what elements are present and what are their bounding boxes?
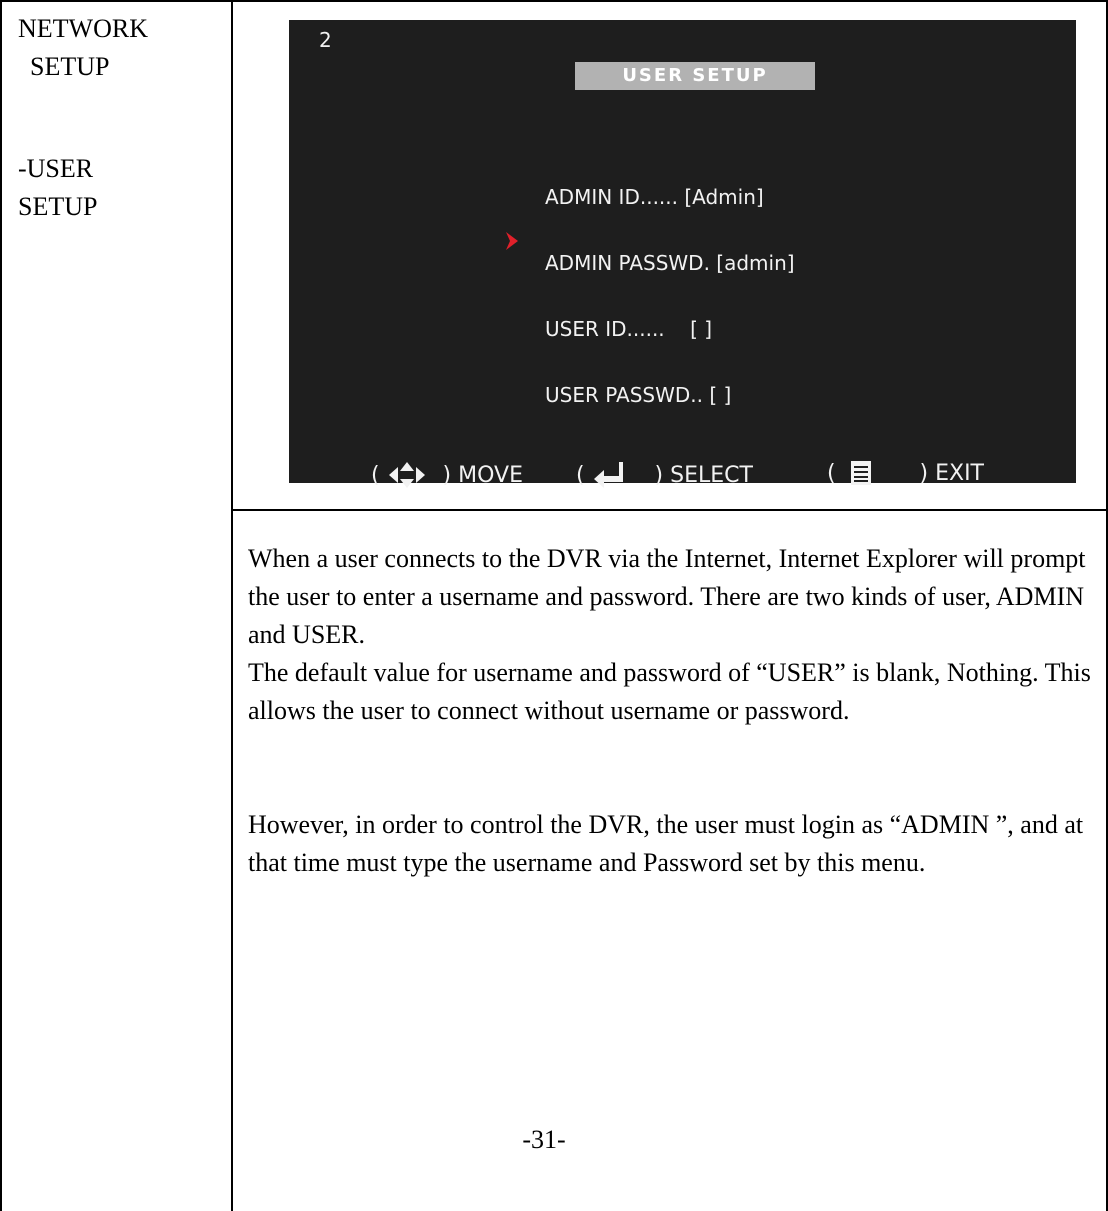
- description-paragraph: The default value for username and passw…: [248, 658, 1091, 725]
- select-hint: ( ) SELECT: [576, 410, 753, 540]
- menu-item-label: ADMIN PASSWD. [admin]: [545, 251, 795, 275]
- section-title-line1: NETWORK: [18, 14, 148, 43]
- subsection-title-line1: -USER: [18, 154, 94, 183]
- menu-item-admin-passwd[interactable]: ADMIN PASSWD. [admin]: [503, 252, 795, 274]
- table-column-divider: [231, 0, 233, 1211]
- menu-item-user-id[interactable]: USER ID...... [ ]: [503, 318, 795, 340]
- exit-label: EXIT: [935, 460, 984, 486]
- description-paragraph: However, in order to control the DVR, th…: [248, 810, 1084, 877]
- section-label: NETWORK SETUP -USER SETUP: [18, 10, 218, 226]
- exit-hint: ( ) EXIT: [827, 410, 984, 536]
- description-paragraph: When a user connects to the DVR via the …: [248, 544, 1086, 649]
- dvr-screen: 2 USER SETUP ADMIN ID...... [Admin] ADMI…: [289, 20, 1076, 488]
- direction-arrows-icon: [387, 410, 443, 540]
- page-number: -31-: [522, 1125, 566, 1154]
- menu-list-icon: [850, 410, 906, 536]
- description: When a user connects to the DVR via the …: [248, 540, 1098, 882]
- enter-key-icon: [592, 410, 648, 540]
- menu-item-label: USER ID...... [ ]: [545, 317, 713, 341]
- screen-title: USER SETUP: [575, 62, 815, 90]
- menu-item-label: USER PASSWD.. [ ]: [545, 383, 732, 407]
- user-setup-menu: ADMIN ID...... [Admin] ADMIN PASSWD. [ad…: [503, 142, 795, 450]
- table-border-left: [0, 0, 2, 1211]
- subsection-title-line2: SETUP: [18, 192, 98, 221]
- channel-number: 2: [319, 28, 332, 52]
- menu-item-admin-id[interactable]: ADMIN ID...... [Admin]: [503, 185, 795, 250]
- menu-item-user-passwd[interactable]: USER PASSWD.. [ ]: [503, 384, 795, 406]
- menu-item-label: ADMIN ID...... [Admin]: [545, 185, 764, 209]
- select-label: SELECT: [670, 462, 753, 488]
- section-title-line2: SETUP: [30, 52, 110, 81]
- cursor-arrow-icon: [503, 186, 525, 250]
- move-label: MOVE: [458, 462, 523, 488]
- move-hint: ( ) MOVE: [371, 410, 523, 540]
- table-border-top: [0, 0, 1108, 2]
